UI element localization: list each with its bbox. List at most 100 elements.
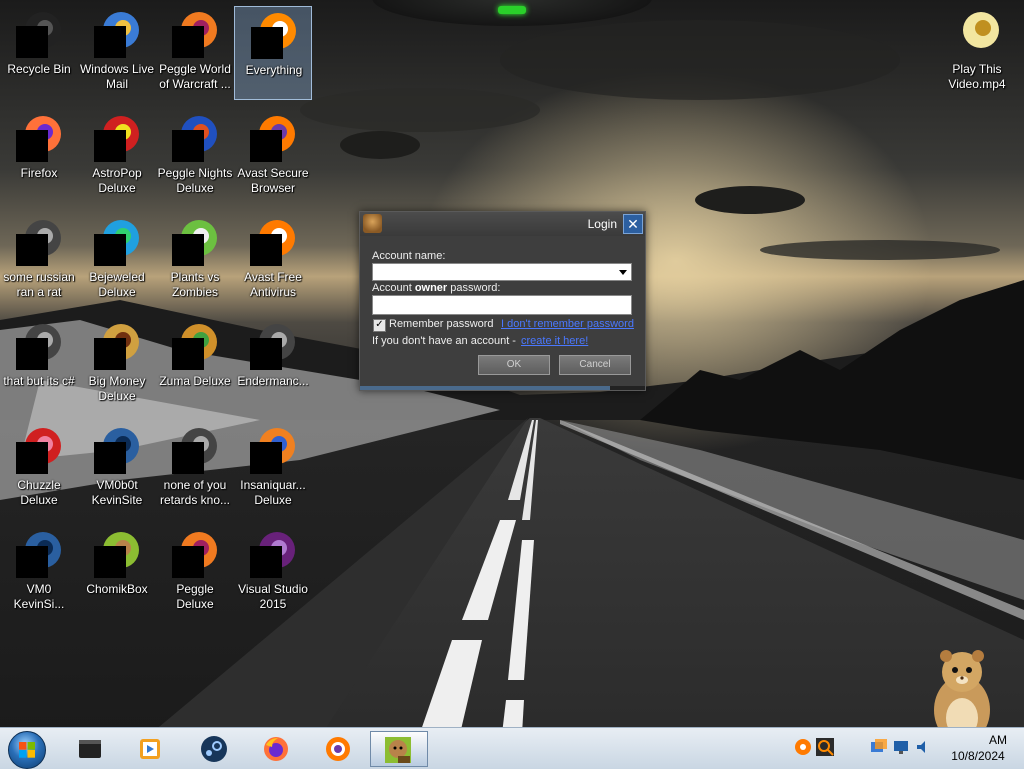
tray-network-icon[interactable]	[870, 738, 888, 756]
chevron-down-icon[interactable]	[619, 270, 627, 275]
desktop-icon-peggle-world-of-warcraft[interactable]: Peggle World of Warcraft ...	[156, 6, 234, 100]
taskbar-steam[interactable]	[184, 731, 242, 767]
desktop-icon-label: Avast Secure Browser	[237, 166, 309, 195]
desktop-icon-play-this-video[interactable]: Play This Video.mp4	[938, 6, 1016, 100]
taskbar-clock[interactable]: AM 10/8/2024	[938, 732, 1018, 764]
account-name-combobox[interactable]	[372, 263, 632, 281]
start-button[interactable]	[8, 731, 46, 769]
desktop-icon-vm0-kevinsi[interactable]: VM0 KevinSi...	[0, 526, 78, 620]
tray-volume-icon[interactable]	[914, 738, 932, 756]
redaction-block	[94, 234, 126, 266]
taskbar-chomikbox[interactable]	[370, 731, 428, 767]
desktop-icon-plants-vs-zombies[interactable]: Plants vs Zombies	[156, 214, 234, 308]
tray-avast-icon[interactable]	[794, 738, 812, 756]
desktop-icon-some-russian-ran-a-rat[interactable]: some russian ran a rat	[0, 214, 78, 308]
video-file-icon	[963, 12, 999, 48]
desktop-icon-label: VM0b0t KevinSite	[91, 478, 143, 507]
desktop-icon-recycle-bin[interactable]: Recycle Bin	[0, 6, 78, 100]
desktop-icon-label: VM0 KevinSi...	[13, 582, 65, 611]
media-player-icon	[140, 739, 160, 759]
status-led	[498, 6, 526, 14]
taskbar: AM 10/8/2024	[0, 727, 1024, 769]
login-dialog: Login ✕ Account name: Account owner pass…	[359, 211, 646, 391]
desktop-icon-none-of-you-retards[interactable]: none of you retards kno...	[156, 422, 234, 516]
redaction-block	[94, 26, 126, 58]
desktop-icon-label: none of you retards kno...	[159, 478, 231, 507]
redaction-block	[172, 130, 204, 162]
desktop-icon-endermanc[interactable]: Endermanc...	[234, 318, 312, 412]
dialog-progress-fill	[360, 386, 610, 390]
desktop-icon-windows-live-mail[interactable]: Windows Live Mail	[78, 6, 156, 100]
taskbar-terminal[interactable]	[60, 731, 118, 767]
tray-monitor-icon[interactable]	[892, 738, 910, 756]
desktop-icon-label: Visual Studio 2015	[238, 582, 308, 611]
desktop-icon-zuma-deluxe[interactable]: Zuma Deluxe	[156, 318, 234, 412]
desktop-icon-label: Windows Live Mail	[79, 62, 155, 91]
redaction-block	[172, 234, 204, 266]
remember-password-label: Remember password	[389, 318, 494, 330]
redaction-block	[16, 26, 48, 58]
desktop-icon-everything[interactable]: Everything	[234, 6, 312, 100]
login-title: Login	[587, 217, 617, 231]
desktop-icon-label: Bejeweled Deluxe	[89, 270, 145, 299]
desktop-icon-peggle-nights-deluxe[interactable]: Peggle Nights Deluxe	[156, 110, 234, 204]
desktop-icon-label: Chuzzle Deluxe	[17, 478, 61, 507]
taskbar-firefox[interactable]	[246, 731, 304, 767]
password-field[interactable]	[372, 295, 632, 315]
desktop-icon-avast-free-antivirus[interactable]: Avast Free Antivirus	[234, 214, 312, 308]
desktop-icon-insaniquarium-deluxe[interactable]: Insaniquar... Deluxe	[234, 422, 312, 516]
ok-button[interactable]: OK	[478, 355, 550, 375]
redaction-block	[251, 27, 283, 59]
desktop-icon-astropop-deluxe[interactable]: AstroPop Deluxe	[78, 110, 156, 204]
login-title-bar[interactable]: Login ✕	[360, 212, 645, 236]
redaction-block	[172, 442, 204, 474]
desktop-icon-big-money-deluxe[interactable]: Big Money Deluxe	[78, 318, 156, 412]
desktop-icon-bejeweled-deluxe[interactable]: Bejeweled Deluxe	[78, 214, 156, 308]
password-label-post: password:	[450, 282, 501, 294]
remember-password-checkbox[interactable]: ✓	[373, 319, 386, 332]
redaction-block	[16, 130, 48, 162]
forgot-password-link[interactable]: I don't remember password	[501, 318, 634, 330]
cancel-button[interactable]: Cancel	[559, 355, 631, 375]
desktop-icon-label: Recycle Bin	[7, 62, 71, 76]
steam-icon	[201, 736, 227, 762]
redaction-block	[250, 234, 282, 266]
desktop-icon-label: Firefox	[20, 166, 58, 180]
avast-browser-icon	[326, 737, 350, 761]
desktop-icon-peggle-deluxe[interactable]: Peggle Deluxe	[156, 526, 234, 620]
redaction-block	[172, 338, 204, 370]
windows-logo-icon	[19, 742, 35, 758]
desktop-icon-avast-secure-browser[interactable]: Avast Secure Browser	[234, 110, 312, 204]
desktop-icon-chomikbox[interactable]: ChomikBox	[78, 526, 156, 620]
desktop-icon-vm0b0t-kevinsite[interactable]: VM0b0t KevinSite	[78, 422, 156, 516]
desktop-icon-firefox[interactable]: Firefox	[0, 110, 78, 204]
taskbar-avast-browser[interactable]	[308, 731, 366, 767]
firefox-icon	[264, 737, 288, 761]
desktop-icon-label: Big Money Deluxe	[88, 374, 146, 403]
chomikbox-hamster-icon	[363, 214, 382, 233]
redaction-block	[250, 546, 282, 578]
close-icon: ✕	[627, 216, 639, 232]
desktop-icon-label: Insaniquar... Deluxe	[240, 478, 306, 507]
desktop-icon-label: Avast Free Antivirus	[244, 270, 302, 299]
redaction-block	[16, 546, 48, 578]
desktop-icon-label: Play This Video.mp4	[948, 62, 1006, 91]
redaction-block	[94, 338, 126, 370]
taskbar-media-player[interactable]	[120, 731, 178, 767]
redaction-block	[94, 546, 126, 578]
create-account-link[interactable]: create it here!	[521, 335, 588, 347]
desktop-icon-label: that but its c#	[3, 374, 75, 388]
clock-date: 10/8/2024	[951, 749, 1005, 763]
tray-search-icon[interactable]	[816, 738, 834, 756]
desktop-icon-that-but-its-c[interactable]: that but its c#	[0, 318, 78, 412]
desktop-icon-label: Everything	[245, 63, 303, 77]
desktop-icon-chuzzle-deluxe[interactable]: Chuzzle Deluxe	[0, 422, 78, 516]
desktop-icon-label: Peggle Nights Deluxe	[157, 166, 233, 195]
desktop-icon-visual-studio-2015[interactable]: Visual Studio 2015	[234, 526, 312, 620]
password-label-pre: Account	[372, 282, 412, 294]
desktop-icon-label: Plants vs Zombies	[170, 270, 220, 299]
redaction-block	[172, 546, 204, 578]
close-button[interactable]: ✕	[623, 214, 643, 234]
redaction-block	[250, 338, 282, 370]
password-label: Account owner password:	[372, 282, 500, 294]
